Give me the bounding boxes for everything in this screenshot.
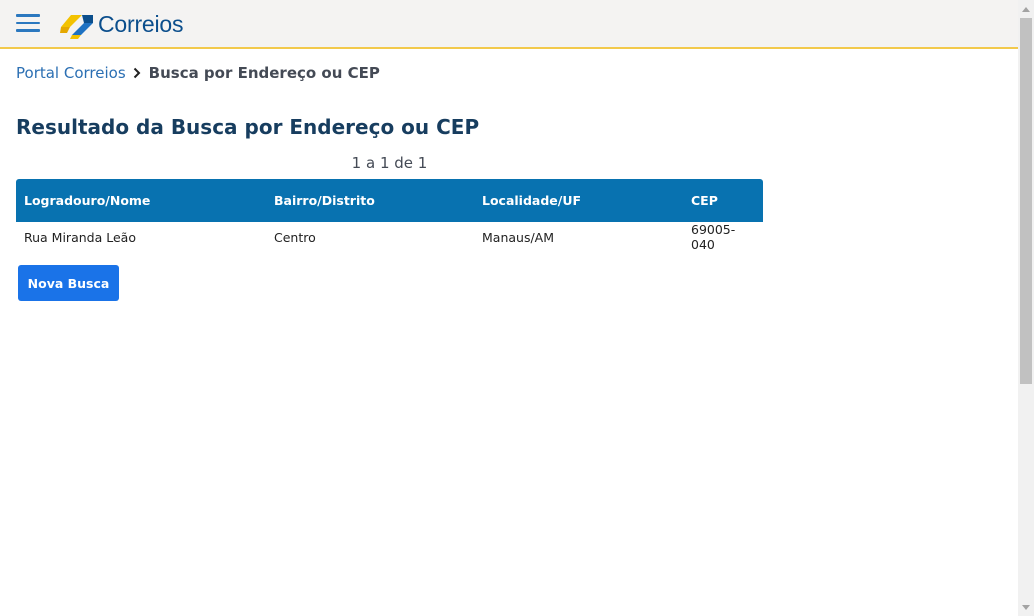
table-header-row: Logradouro/Nome Bairro/Distrito Localida… (16, 179, 763, 222)
site-header: Correios (0, 0, 1018, 49)
cell-logradouro: Rua Miranda Leão (24, 229, 136, 245)
new-search-button[interactable]: Nova Busca (18, 265, 119, 301)
column-header-logradouro: Logradouro/Nome (24, 193, 151, 208)
chevron-right-icon (133, 67, 141, 79)
breadcrumb: Portal Correios Busca por Endereço ou CE… (16, 64, 380, 82)
table-row: Rua Miranda Leão Centro Manaus/AM 69005-… (16, 222, 763, 252)
column-header-bairro: Bairro/Distrito (274, 193, 375, 208)
scrollbar-thumb[interactable] (1020, 18, 1032, 384)
breadcrumb-home-link[interactable]: Portal Correios (16, 64, 126, 82)
logo-text: Correios (98, 10, 184, 37)
column-header-localidade: Localidade/UF (482, 193, 582, 208)
breadcrumb-current: Busca por Endereço ou CEP (148, 64, 380, 82)
pagination-info: 1 a 1 de 1 (351, 154, 428, 172)
results-table: Logradouro/Nome Bairro/Distrito Localida… (16, 179, 763, 252)
correios-logo[interactable]: Correios (60, 10, 184, 40)
vertical-scrollbar[interactable] (1018, 0, 1034, 616)
cell-cep: 69005-040 (691, 222, 736, 252)
correios-logo-icon (60, 15, 93, 39)
cell-bairro: Centro (274, 229, 316, 245)
page: Correios Portal Correios Busca por Ender… (0, 0, 1018, 616)
column-header-cep: CEP (691, 193, 718, 208)
scroll-up-arrow-icon[interactable] (1018, 1, 1034, 17)
menu-icon[interactable] (16, 14, 40, 32)
scroll-down-arrow-icon[interactable] (1018, 599, 1034, 615)
cell-localidade: Manaus/AM (482, 229, 555, 245)
page-title: Resultado da Busca por Endereço ou CEP (16, 115, 480, 139)
